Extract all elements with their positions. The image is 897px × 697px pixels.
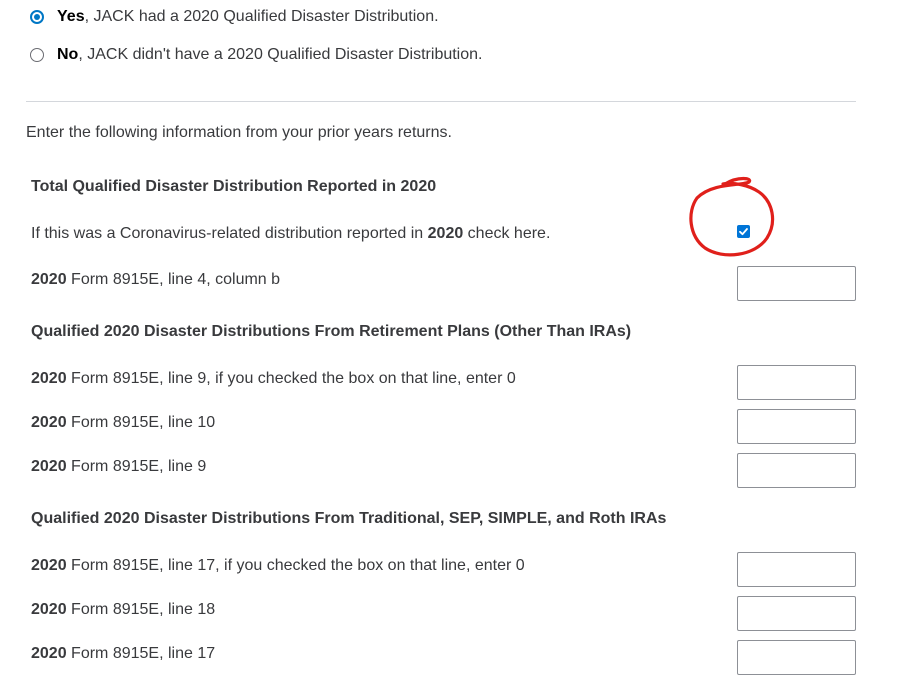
field-text: Form 8915E, line 18 (66, 601, 216, 618)
line4-colb-input[interactable] (737, 266, 856, 301)
field-text: Form 8915E, line 9, if you checked the b… (66, 370, 516, 387)
coronavirus-checkbox-label: If this was a Coronavirus-related distri… (31, 225, 550, 243)
line9-enter0-input[interactable] (737, 365, 856, 400)
radio-option-no[interactable]: No , JACK didn't have a 2020 Qualified D… (30, 46, 482, 64)
field-year: 2020 (31, 370, 67, 387)
radio-yes-label: , JACK had a 2020 Qualified Disaster Dis… (84, 8, 439, 25)
distribution-form-page: Yes , JACK had a 2020 Qualified Disaster… (0, 0, 897, 697)
radio-no-unselected-icon[interactable] (30, 48, 44, 62)
field-label-line17: 2020 Form 8915E, line 17 (31, 645, 215, 663)
field-text: Form 8915E, line 9 (66, 458, 207, 475)
field-label-line17-enter0: 2020 Form 8915E, line 17, if you checked… (31, 557, 525, 575)
line9-input[interactable] (737, 453, 856, 488)
radio-option-yes[interactable]: Yes , JACK had a 2020 Qualified Disaster… (30, 8, 439, 26)
radio-no-label: , JACK didn't have a 2020 Qualified Disa… (78, 46, 483, 63)
field-label-line4: 2020 Form 8915E, line 4, column b (31, 271, 280, 289)
section-heading-ira: Qualified 2020 Disaster Distributions Fr… (31, 510, 667, 527)
line10-input[interactable] (737, 409, 856, 444)
section-divider (26, 101, 856, 102)
field-text: Form 8915E, line 10 (66, 414, 216, 431)
field-year: 2020 (31, 645, 67, 662)
line17-enter0-input[interactable] (737, 552, 856, 587)
red-circle-annotation (689, 176, 775, 257)
intro-text: Enter the following information from you… (26, 124, 452, 141)
field-text: Form 8915E, line 17, if you checked the … (66, 557, 525, 574)
coronavirus-checkbox[interactable] (737, 225, 750, 238)
coronavirus-label-pre: If this was a Coronavirus-related distri… (31, 225, 428, 242)
line17-input[interactable] (737, 640, 856, 675)
field-year: 2020 (31, 271, 67, 288)
line18-input[interactable] (737, 596, 856, 631)
coronavirus-label-year: 2020 (427, 225, 464, 242)
field-label-line18: 2020 Form 8915E, line 18 (31, 601, 215, 619)
radio-no-strong: No (57, 46, 79, 63)
radio-yes-strong: Yes (57, 8, 85, 25)
field-text: Form 8915E, line 4, column b (66, 271, 281, 288)
radio-yes-selected-icon[interactable] (30, 10, 44, 24)
checkmark-icon (739, 228, 748, 236)
field-label-line9-enter0: 2020 Form 8915E, line 9, if you checked … (31, 370, 516, 388)
field-year: 2020 (31, 601, 67, 618)
field-text: Form 8915E, line 17 (66, 645, 216, 662)
field-year: 2020 (31, 414, 67, 431)
section-heading-retirement: Qualified 2020 Disaster Distributions Fr… (31, 323, 632, 340)
field-year: 2020 (31, 557, 67, 574)
field-label-line9: 2020 Form 8915E, line 9 (31, 458, 206, 476)
field-label-line10: 2020 Form 8915E, line 10 (31, 414, 215, 432)
section-heading-total: Total Qualified Disaster Distribution Re… (31, 178, 437, 195)
field-year: 2020 (31, 458, 67, 475)
coronavirus-label-post: check here. (463, 225, 551, 242)
